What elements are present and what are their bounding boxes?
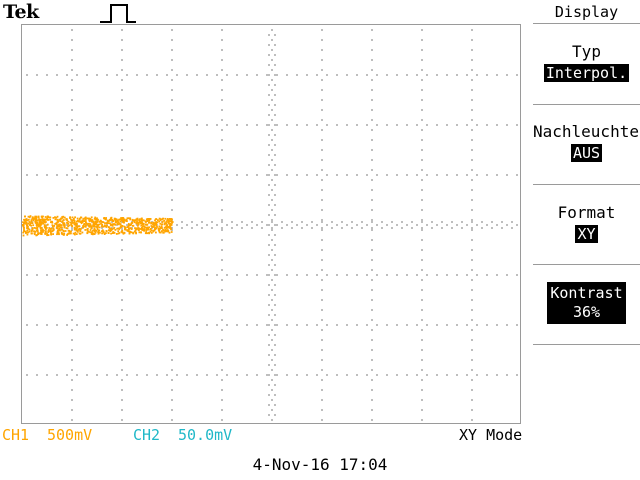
selected-highlight: Kontrast 36%: [547, 282, 626, 324]
waveform-display: [21, 24, 521, 424]
ch1-trace: [22, 215, 174, 237]
ch2-label: CH2: [133, 426, 161, 444]
menu-item-value: XY: [575, 225, 598, 243]
menu-item-label: Kontrast: [550, 284, 623, 302]
ch1-scale: 500mV: [47, 426, 93, 444]
ch1-label: CH1: [2, 426, 30, 444]
menu-item-kontrast[interactable]: Kontrast 36%: [533, 265, 640, 345]
menu-item-format[interactable]: Format XY: [533, 185, 640, 265]
menu-item-label: Nachleuchten: [533, 122, 640, 141]
menu-item-value: AUS: [570, 144, 603, 162]
display-mode: XY Mode: [459, 426, 523, 444]
menu-item-nachleuchten[interactable]: Nachleuchten AUS: [533, 105, 640, 185]
menu-item-label: Format: [557, 203, 616, 222]
menu-title: Display: [533, 0, 640, 24]
ch2-scale: 50.0mV: [178, 426, 233, 444]
menu-item-label: Typ: [572, 42, 601, 61]
menu-item-value: Interpol.: [543, 64, 630, 82]
brand-logo: Tek: [3, 1, 39, 23]
menu-item-value: 36%: [572, 303, 601, 321]
menu-item-typ[interactable]: Typ Interpol.: [533, 24, 640, 105]
side-menu: Display Typ Interpol. Nachleuchten AUS F…: [533, 0, 640, 480]
pulse-edge-icon: [100, 4, 136, 23]
